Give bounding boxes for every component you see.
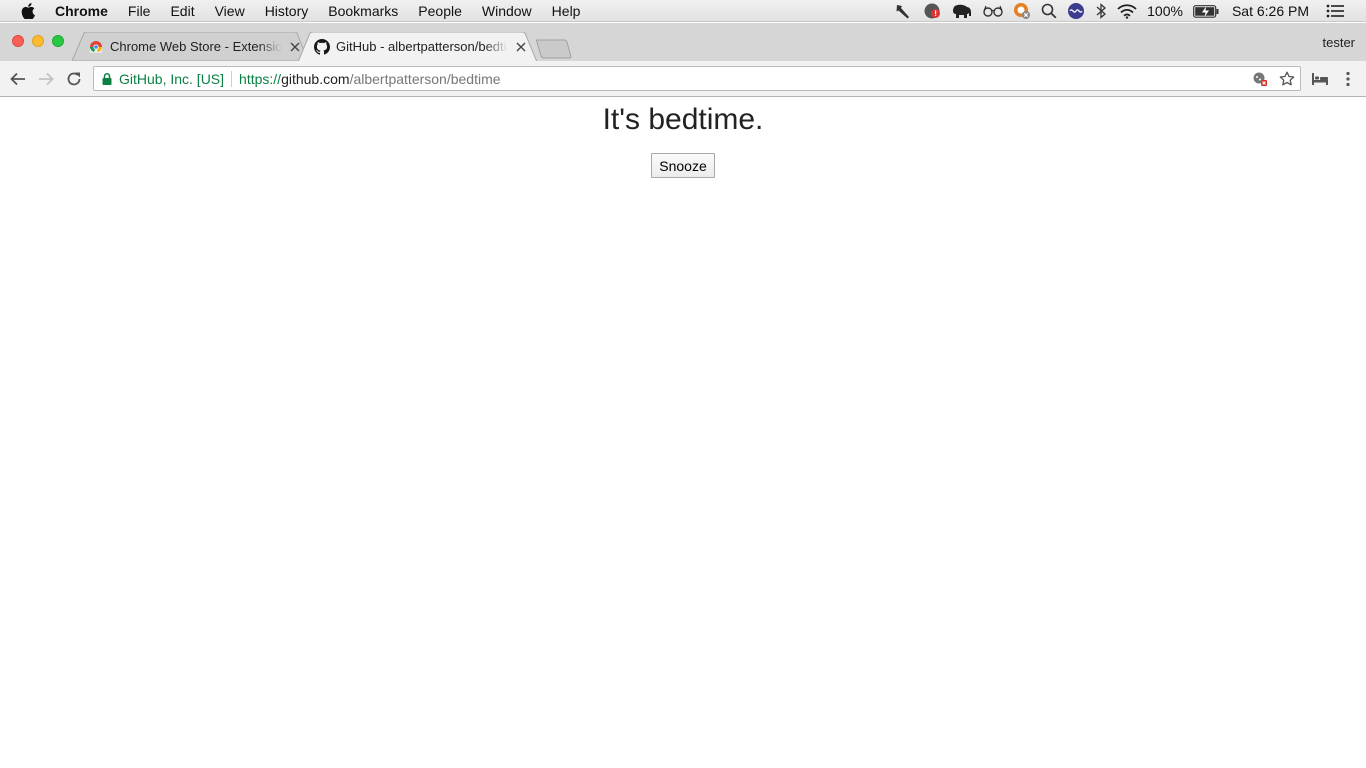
menu-edit[interactable]: Edit (160, 0, 204, 22)
github-icon (314, 38, 330, 55)
menu-bar-status-area: 100% Sat 6:26 PM (890, 0, 1366, 22)
omnibox-actions (1242, 70, 1296, 88)
bluetooth-icon[interactable] (1095, 0, 1107, 22)
address-bar[interactable]: GitHub, Inc. [US] https://github.com/alb… (93, 66, 1301, 91)
browser-tab-strip: Chrome Web Store - Extensions GitHub - a… (0, 23, 1366, 62)
tab-title: Chrome Web Store - Extensions (110, 39, 282, 54)
bed-extension-icon[interactable] (1311, 70, 1329, 88)
tab-chrome-web-store[interactable]: Chrome Web Store - Extensions (72, 32, 310, 61)
menu-history[interactable]: History (255, 0, 319, 22)
url-host: github.com (281, 70, 350, 87)
chrome-web-store-icon (88, 39, 104, 55)
siri-icon[interactable] (1067, 0, 1085, 22)
spotlight-search-icon[interactable] (1041, 0, 1057, 22)
window-minimize-button[interactable] (32, 35, 44, 47)
omnibox-divider (231, 70, 233, 87)
bookmark-star-icon[interactable] (1278, 70, 1296, 88)
reading-glasses-icon[interactable] (983, 0, 1003, 22)
battery-charging-icon[interactable] (1193, 0, 1219, 22)
snooze-button[interactable]: Snooze (651, 153, 715, 178)
macos-menu-bar: Chrome File Edit View History Bookmarks … (0, 0, 1366, 22)
window-zoom-button[interactable] (52, 35, 64, 47)
url-scheme: https:// (239, 70, 282, 87)
menu-bar-clock[interactable]: Sat 6:26 PM (1232, 0, 1309, 22)
menu-file[interactable]: File (118, 0, 161, 22)
tab-title: GitHub - albertpatterson/bedtime (336, 39, 508, 54)
elephant-icon[interactable] (951, 0, 973, 22)
security-chip-label[interactable]: GitHub, Inc. [US] (119, 71, 224, 87)
menu-help[interactable]: Help (542, 0, 591, 22)
reload-icon[interactable] (64, 69, 84, 89)
menu-view[interactable]: View (205, 0, 255, 22)
back-arrow-icon[interactable] (8, 69, 28, 89)
url-path: /albertpatterson/bedtime (349, 70, 501, 87)
page-content: It's bedtime. Snooze (0, 98, 1366, 768)
lock-icon[interactable] (102, 72, 112, 85)
browser-menu-icon[interactable] (1339, 70, 1357, 88)
notification-center-icon[interactable] (1326, 0, 1344, 22)
url-text[interactable]: https://github.com/albertpatterson/bedti… (239, 71, 501, 87)
menu-bookmarks[interactable]: Bookmarks (318, 0, 408, 22)
window-close-button[interactable] (12, 35, 24, 47)
page-heading: It's bedtime. (602, 103, 764, 136)
apple-logo-icon[interactable] (19, 2, 37, 20)
tab-close-icon[interactable] (514, 40, 528, 54)
profile-name[interactable]: tester (1322, 35, 1355, 50)
battery-percent[interactable]: 100% (1147, 0, 1183, 22)
menu-app-name[interactable]: Chrome (53, 0, 118, 22)
browser-toolbar: GitHub, Inc. [US] https://github.com/alb… (0, 61, 1366, 97)
menu-window[interactable]: Window (472, 0, 542, 22)
wifi-icon[interactable] (1117, 0, 1137, 22)
hammer-icon[interactable] (895, 0, 913, 22)
forward-arrow-icon[interactable] (36, 69, 56, 89)
cookies-blocked-icon[interactable] (1251, 70, 1269, 88)
extension-badge-icon[interactable] (1013, 0, 1031, 22)
tab-github-bedtime[interactable]: GitHub - albertpatterson/bedtime (298, 32, 538, 62)
menu-people[interactable]: People (408, 0, 472, 22)
alert-badge-icon[interactable] (923, 0, 941, 22)
